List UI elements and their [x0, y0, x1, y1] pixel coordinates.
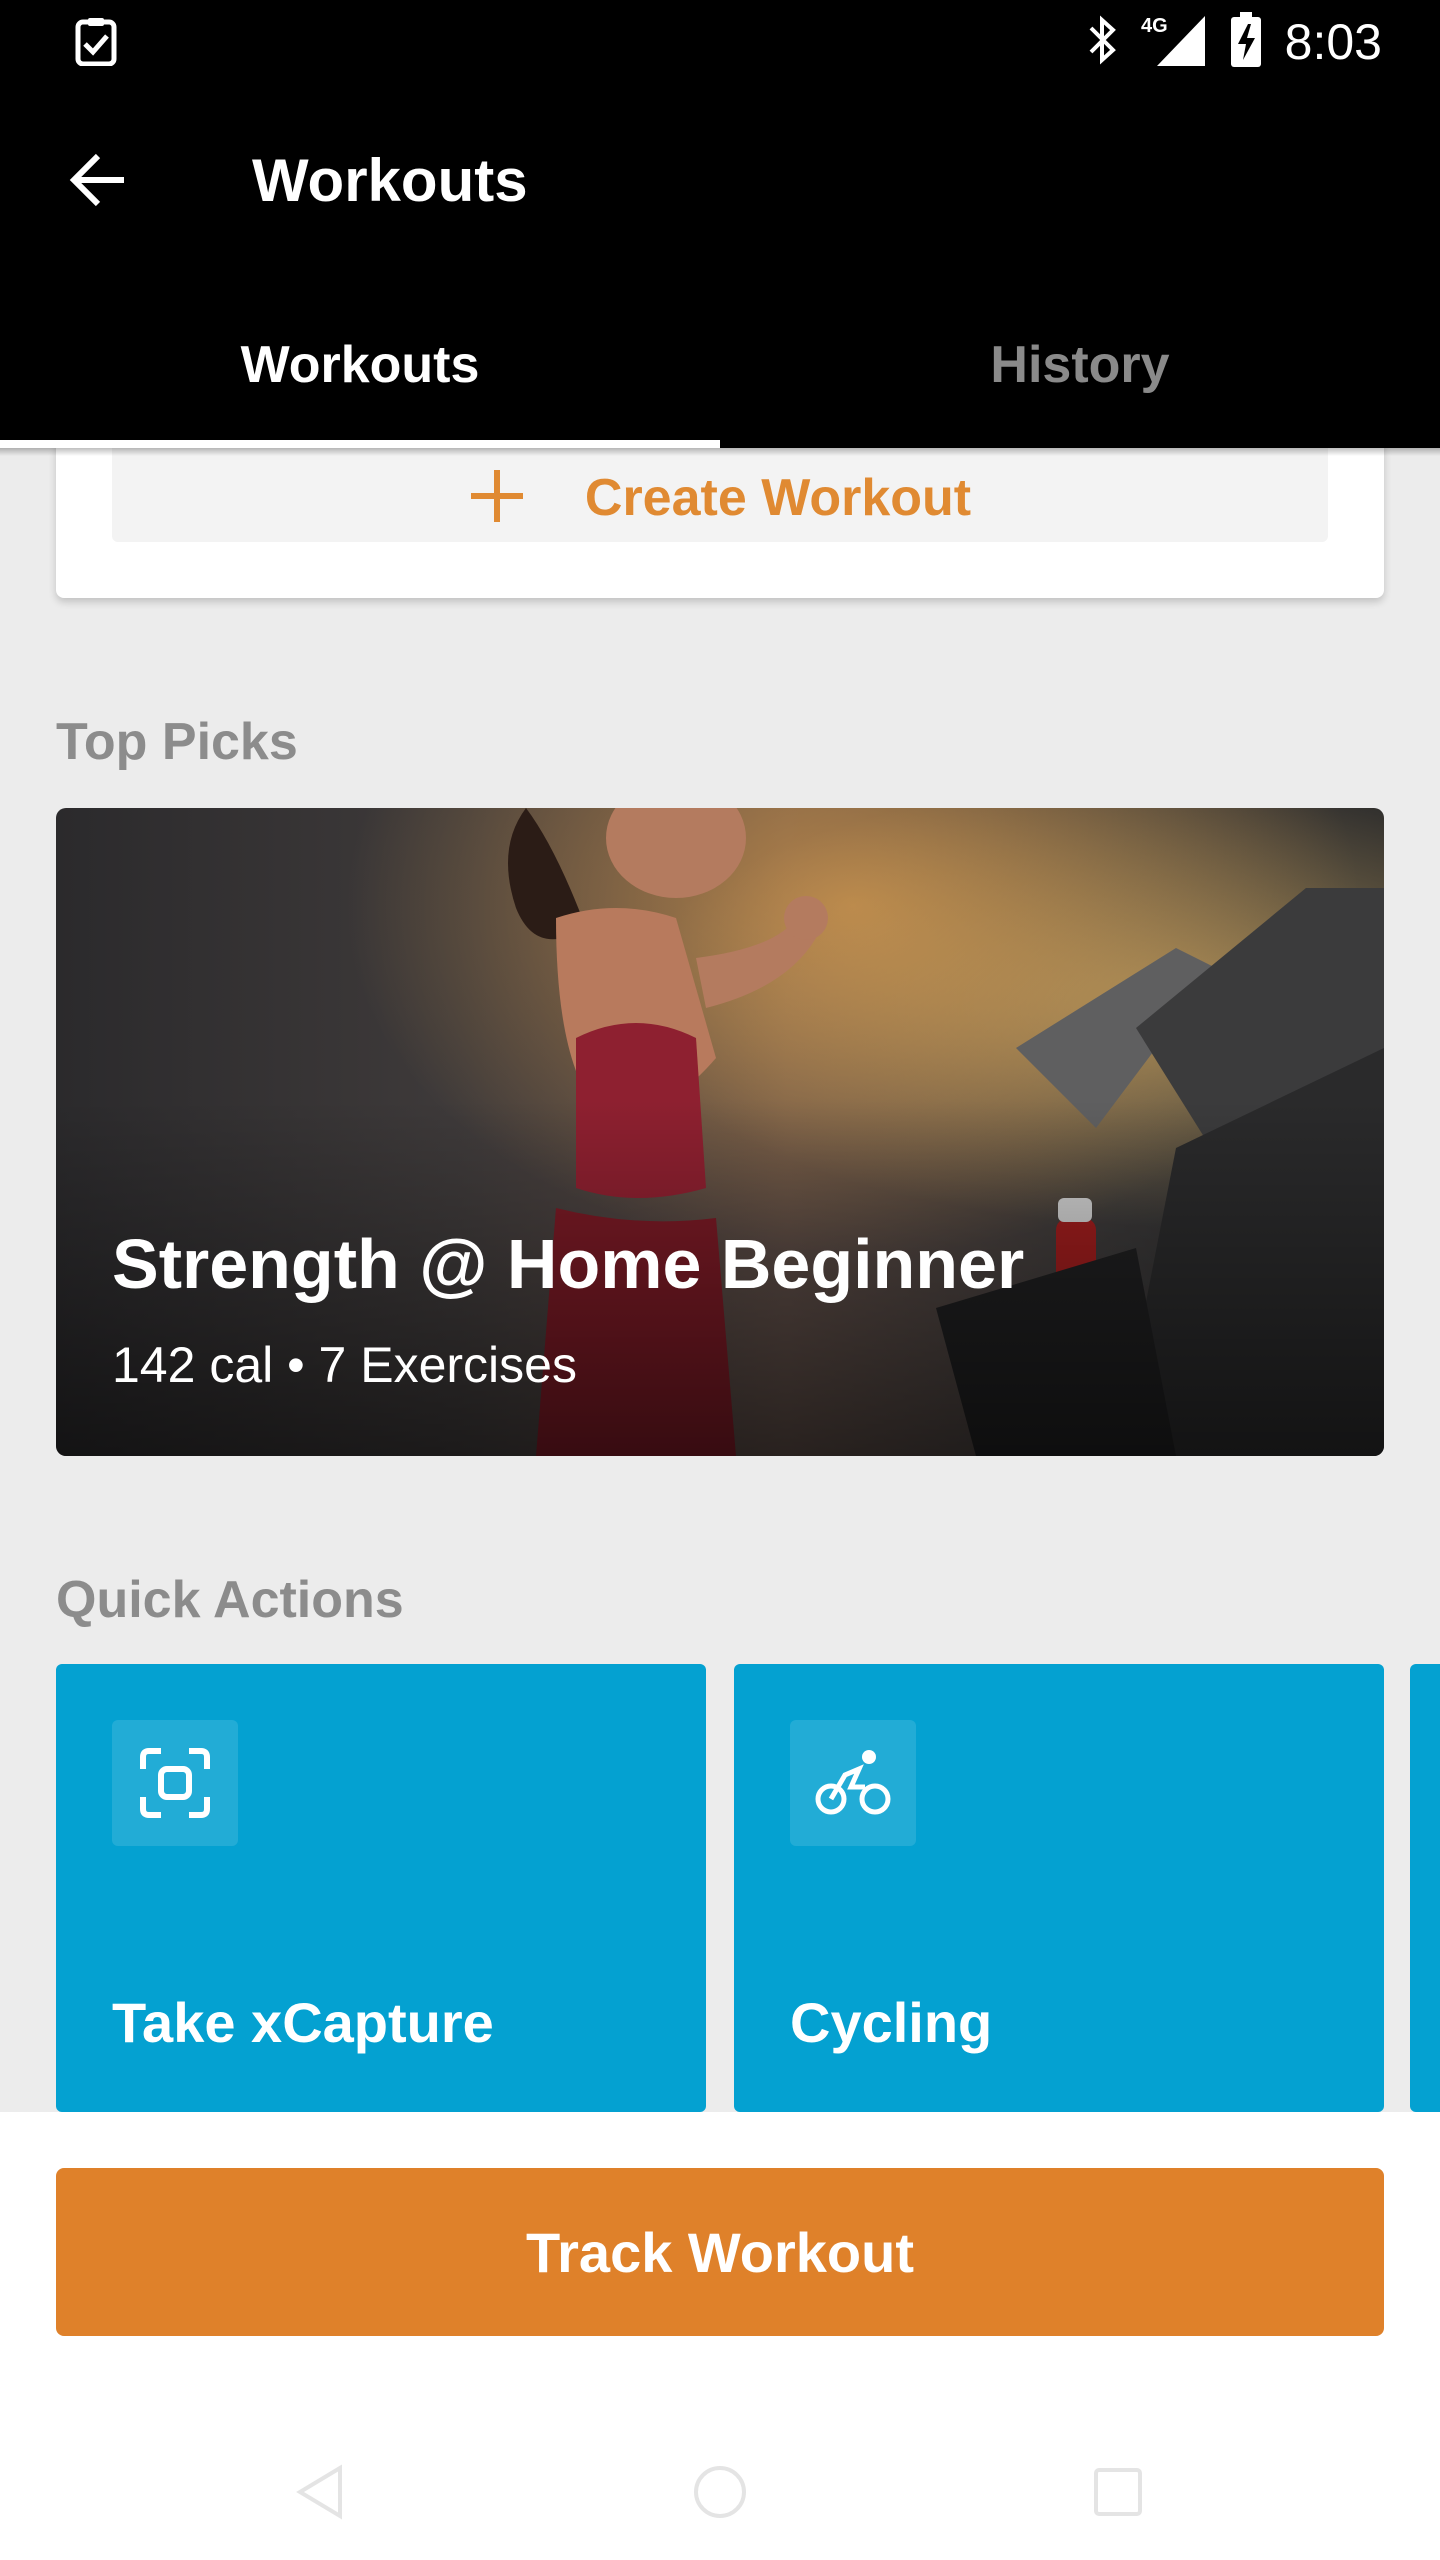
page-title: Workouts	[252, 147, 528, 214]
nav-back-icon[interactable]	[280, 2452, 360, 2532]
tab-workouts[interactable]: Workouts	[0, 282, 720, 448]
app-bar: Workouts	[0, 84, 1440, 282]
tab-shadow	[0, 448, 1440, 456]
status-time: 8:03	[1284, 14, 1382, 70]
top-picks-heading: Top Picks	[56, 713, 298, 771]
create-workout-label: Create Workout	[584, 469, 972, 527]
battery-charging-icon	[1229, 11, 1263, 73]
take-xcapture-button[interactable]: Take xCapture	[56, 1664, 706, 2112]
nav-home-icon[interactable]	[680, 2452, 760, 2532]
top-pick-card[interactable]: Strength @ Home Beginner 142 cal • 7 Exe…	[56, 808, 1384, 1456]
nav-recents-icon[interactable]	[1078, 2452, 1158, 2532]
bluetooth-icon	[1087, 14, 1119, 71]
track-workout-button[interactable]: Track Workout	[56, 2168, 1384, 2336]
scan-frame-icon	[112, 1720, 238, 1846]
top-pick-meta: 142 cal • 7 Exercises	[112, 1337, 577, 1393]
status-bar: 4G 8:03	[0, 0, 1440, 84]
tab-history[interactable]: History	[720, 282, 1440, 448]
network-label: 4G	[1141, 15, 1168, 37]
quick-action-label: Cycling	[790, 1991, 993, 2054]
plus-icon	[469, 468, 525, 537]
system-nav-bar	[0, 2432, 1440, 2560]
arrow-back-icon	[68, 150, 128, 215]
next-quick-action-peek[interactable]	[1410, 1664, 1440, 2112]
quick-actions-row: Take xCapture Cycling	[56, 1664, 1440, 2112]
quick-actions-heading: Quick Actions	[56, 1571, 404, 1629]
top-pick-title: Strength @ Home Beginner	[112, 1225, 1025, 1303]
checklist-icon	[72, 18, 120, 67]
tab-bar: Workouts History	[0, 282, 1440, 448]
bottom-panel: Track Workout	[0, 2112, 1440, 2560]
cycling-button[interactable]: Cycling	[734, 1664, 1384, 2112]
signal-icon: 4G	[1141, 12, 1207, 73]
cyclist-icon	[790, 1720, 916, 1846]
quick-action-label: Take xCapture	[112, 1991, 494, 2054]
back-button[interactable]	[56, 140, 140, 224]
